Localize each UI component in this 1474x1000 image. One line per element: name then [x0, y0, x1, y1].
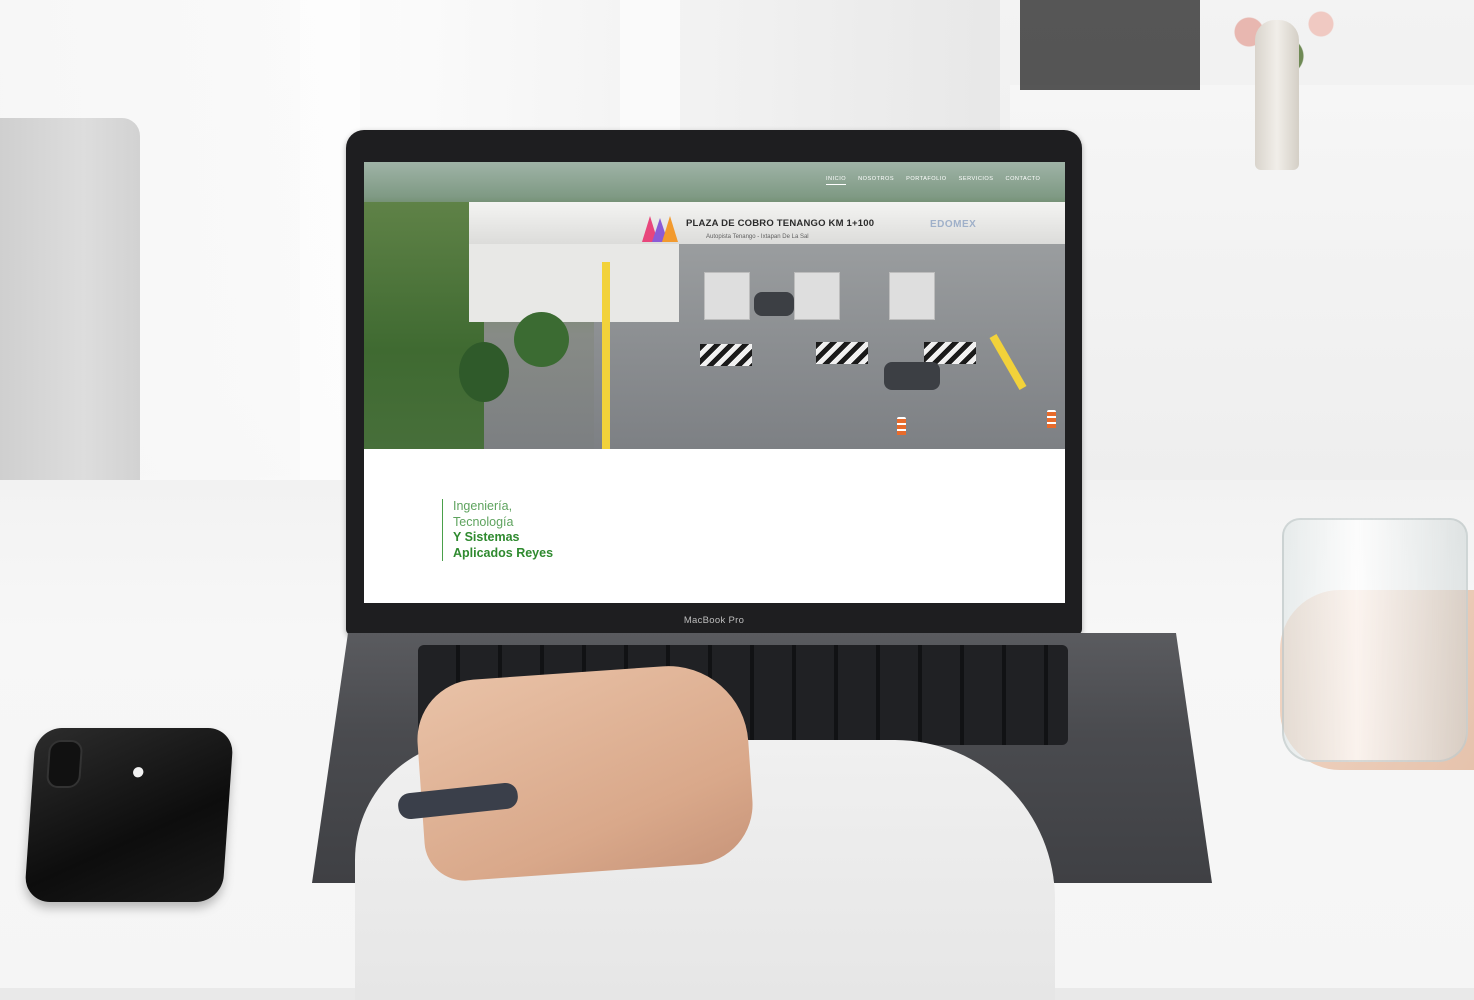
laptop-brand-label: MacBook Pro: [683, 615, 745, 626]
nav-nosotros[interactable]: NOSOTROS: [858, 176, 894, 185]
tree: [514, 312, 569, 367]
car: [884, 362, 940, 390]
lane-divider: [700, 344, 752, 366]
vase: [1255, 20, 1299, 170]
nav-portafolio[interactable]: PORTAFOLIO: [906, 176, 947, 185]
tv-screen: [1020, 0, 1200, 90]
nav-contacto[interactable]: CONTACTO: [1006, 176, 1041, 185]
toll-sign-title: PLAZA DE COBRO TENANGO KM 1+100: [686, 218, 875, 229]
traffic-cone: [897, 417, 906, 435]
phone-camera: [45, 740, 84, 788]
hero-image: PLAZA DE COBRO TENANGO KM 1+100 Autopist…: [364, 162, 1065, 449]
tree: [459, 342, 509, 402]
car: [754, 292, 794, 316]
toll-booth: [794, 272, 840, 320]
lane-stripe: [602, 262, 610, 449]
lane-divider: [924, 342, 976, 364]
water-glass: [1282, 518, 1468, 762]
traffic-cone: [1047, 410, 1056, 428]
toll-sign-subtitle: Autopista Tenango - Ixtapan De La Sal: [706, 234, 809, 240]
laptop-screen: PLAZA DE COBRO TENANGO KM 1+100 Autopist…: [364, 162, 1065, 603]
edomex-logo: EDOMEX: [930, 219, 977, 230]
toll-booth: [704, 272, 750, 320]
hero-fields: [364, 202, 484, 449]
toll-booth: [889, 272, 935, 320]
company-tagline: Ingeniería, Tecnología Y Sistemas Aplica…: [442, 499, 553, 561]
tagline-line-4: Aplicados Reyes: [453, 545, 554, 560]
tagline-line-1: Ingeniería,: [453, 499, 513, 513]
left-hand: [413, 660, 757, 884]
lane-divider: [816, 342, 868, 364]
nav-inicio[interactable]: INICIO: [826, 176, 847, 185]
tagline-line-2: Tecnología: [453, 514, 514, 529]
plaza-logo-icon: [642, 216, 678, 242]
nav-servicios[interactable]: SERVICIOS: [959, 176, 994, 185]
main-nav: INICIO NOSOTROS PORTAFOLIO SERVICIOS CON…: [826, 176, 1040, 185]
tagline-line-3: Y Sistemas: [453, 530, 520, 544]
smartphone: ●: [23, 728, 235, 902]
apple-logo-icon: ●: [130, 758, 147, 785]
